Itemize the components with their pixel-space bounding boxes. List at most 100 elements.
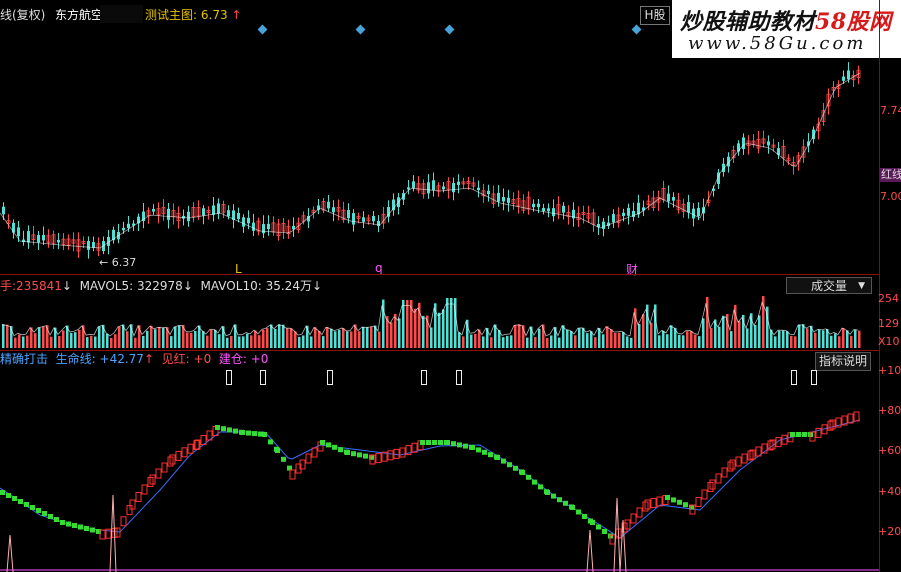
volume-bar bbox=[282, 324, 285, 348]
volume-bar bbox=[470, 334, 473, 348]
indicator-step bbox=[656, 496, 663, 507]
volume-bar bbox=[210, 329, 213, 348]
volume-bar bbox=[630, 337, 633, 348]
volume-bar bbox=[158, 327, 161, 348]
signal-box bbox=[456, 370, 462, 385]
volume-bar bbox=[154, 329, 157, 348]
indicator-step bbox=[671, 497, 676, 503]
volume-bar bbox=[94, 336, 97, 348]
volume-bar bbox=[406, 300, 409, 348]
indicator-step bbox=[181, 447, 188, 458]
volume-bar bbox=[2, 324, 5, 348]
volume-bar bbox=[310, 336, 313, 348]
volume-bar bbox=[642, 314, 645, 348]
indicator-step bbox=[78, 524, 83, 530]
volume-bar bbox=[98, 326, 101, 348]
volume-bar bbox=[818, 329, 821, 348]
volume-bar bbox=[346, 331, 349, 348]
indicator-step bbox=[445, 440, 450, 445]
main-indicator-value: 6.73 bbox=[200, 8, 228, 22]
volume-bar bbox=[506, 335, 509, 348]
volume-label: 手: bbox=[0, 279, 17, 293]
volume-bar bbox=[330, 328, 333, 348]
indicator-step bbox=[141, 484, 148, 495]
volume-bar bbox=[110, 337, 113, 348]
indicator-step bbox=[24, 502, 29, 507]
candle-body bbox=[847, 70, 850, 80]
volume-bar bbox=[798, 324, 801, 348]
volume-bar bbox=[438, 312, 441, 348]
indicator-step bbox=[457, 442, 462, 448]
volume-bar bbox=[534, 336, 537, 348]
volume-bar bbox=[150, 325, 153, 348]
candle-body bbox=[687, 202, 690, 213]
indicator-step bbox=[281, 456, 286, 462]
indicator-step bbox=[363, 453, 368, 459]
volume-bar bbox=[62, 330, 65, 348]
volume-bar bbox=[662, 330, 665, 348]
volume-bar bbox=[178, 325, 181, 348]
indicator-step bbox=[636, 507, 643, 518]
candle-body bbox=[427, 182, 430, 194]
volume-bar bbox=[250, 335, 253, 348]
main-indicator-label-text: 测试主图: bbox=[145, 8, 198, 22]
volume-bar bbox=[134, 337, 137, 348]
indicator-step bbox=[501, 458, 506, 464]
volume-bar bbox=[854, 329, 857, 348]
volume-selector[interactable]: 成交量 ▼ bbox=[786, 277, 872, 294]
volume-bar bbox=[162, 327, 165, 348]
volume-bar bbox=[278, 324, 281, 348]
panel-separator bbox=[0, 274, 880, 275]
panel-separator bbox=[0, 350, 880, 351]
dropdown-arrow-icon: ▼ bbox=[858, 281, 865, 291]
indicator-step bbox=[268, 439, 273, 445]
indicator-step bbox=[665, 495, 670, 500]
volume-bar bbox=[858, 330, 861, 348]
candle-body bbox=[252, 222, 255, 231]
indicator-step bbox=[426, 440, 431, 445]
volume-bar bbox=[86, 337, 89, 348]
main-indicator-label: 测试主图: 6.73 ↑ bbox=[145, 8, 241, 22]
volume-bar bbox=[114, 334, 117, 348]
volume-bar bbox=[842, 328, 845, 348]
indicator-step bbox=[470, 445, 475, 450]
indicator-step bbox=[545, 490, 550, 495]
mavol5-label: MAVOL5: bbox=[79, 279, 134, 293]
candle-body bbox=[267, 223, 270, 230]
volume-bar bbox=[70, 332, 73, 348]
hshare-tab[interactable]: H股 bbox=[640, 6, 670, 25]
candle-body bbox=[547, 208, 550, 212]
volume-bar bbox=[806, 328, 809, 348]
indicator-step bbox=[650, 498, 657, 508]
volume-bar bbox=[514, 324, 517, 348]
volume-bar bbox=[258, 335, 261, 348]
candle-body bbox=[672, 197, 675, 201]
indicator-step bbox=[853, 411, 860, 422]
event-marker-finance[interactable]: 财 bbox=[626, 261, 638, 278]
volume-bar bbox=[142, 335, 145, 348]
event-marker-q[interactable]: q bbox=[375, 261, 383, 275]
signal-box bbox=[811, 370, 817, 385]
volume-bar bbox=[722, 315, 725, 348]
volume-bar bbox=[78, 329, 81, 348]
up-arrow-icon: ↑ bbox=[231, 8, 242, 22]
low-price-marker: ← 6.37 bbox=[99, 256, 137, 269]
volume-bar bbox=[430, 327, 433, 348]
indicator-step bbox=[227, 427, 232, 433]
volume-bar bbox=[294, 331, 297, 348]
candle-body bbox=[477, 187, 480, 191]
volume-bar bbox=[614, 332, 617, 348]
volume-bar bbox=[206, 335, 209, 348]
indicator-help-button[interactable]: 指标说明 bbox=[815, 352, 871, 371]
indicator-step bbox=[233, 428, 238, 434]
volume-bar bbox=[414, 308, 417, 348]
volume-bar bbox=[578, 328, 581, 348]
indicator-step bbox=[576, 509, 581, 515]
indicator-step bbox=[420, 440, 425, 445]
volume-bar bbox=[462, 336, 465, 348]
volume-bar bbox=[194, 330, 197, 348]
indicator-step bbox=[18, 499, 23, 504]
volume-bar bbox=[590, 331, 593, 348]
volume-bar bbox=[606, 326, 609, 348]
signal-box bbox=[791, 370, 797, 385]
